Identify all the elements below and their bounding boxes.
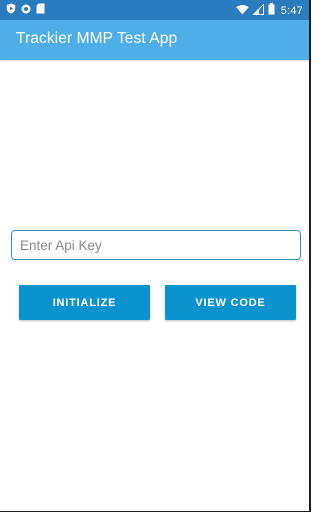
signal-icon xyxy=(252,2,264,18)
view-code-button[interactable]: VIEW CODE xyxy=(165,285,296,320)
sd-card-icon xyxy=(36,3,45,17)
screen-edge-right xyxy=(309,0,311,512)
status-time: 5:47 xyxy=(280,4,303,17)
wifi-icon xyxy=(236,4,249,18)
api-key-input[interactable] xyxy=(11,230,301,260)
app-screen: 5:47 Trackier MMP Test App INITIALIZE VI… xyxy=(0,0,311,512)
status-bar-notifications xyxy=(6,3,45,17)
status-bar: 5:47 xyxy=(0,0,311,20)
battery-icon xyxy=(268,3,275,18)
circle-notification-icon xyxy=(21,4,31,17)
initialize-button[interactable]: INITIALIZE xyxy=(19,285,150,320)
play-protect-icon xyxy=(6,3,16,17)
app-title: Trackier MMP Test App xyxy=(16,30,178,47)
app-bar: Trackier MMP Test App xyxy=(0,20,311,60)
status-bar-system: 5:47 xyxy=(236,2,303,18)
